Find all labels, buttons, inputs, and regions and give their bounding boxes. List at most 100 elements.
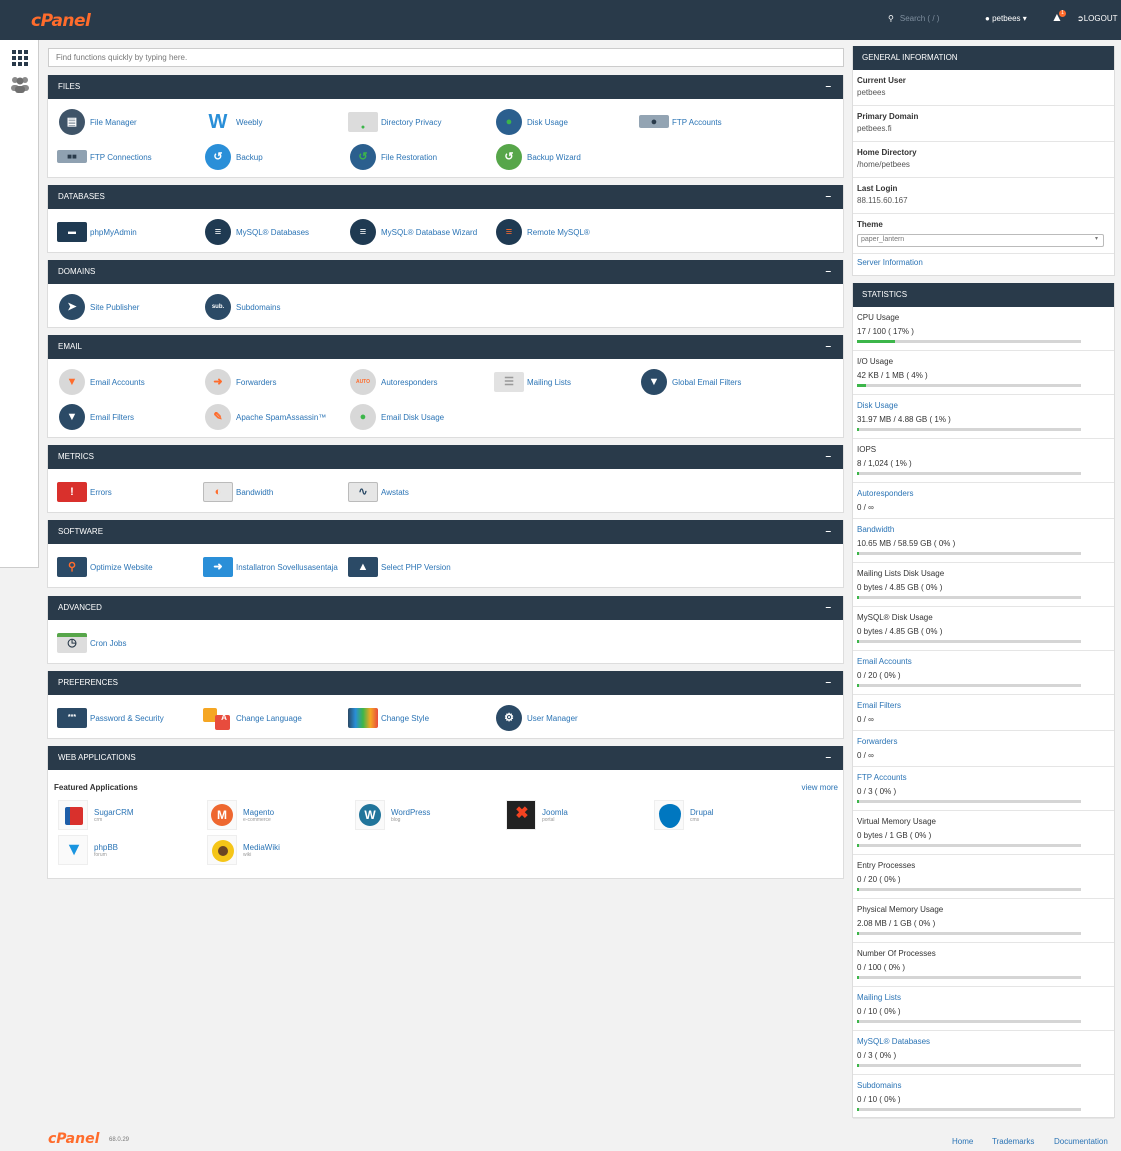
top-search[interactable]: ⚲ Search ( / ) (888, 14, 939, 23)
stat-name[interactable]: Email Accounts (857, 657, 912, 666)
stat-name[interactable]: Mailing Lists (857, 993, 901, 1002)
wordpress-app[interactable]: W WordPress blog (355, 799, 430, 831)
cron-jobs-link[interactable]: ◷ Cron Jobs (57, 630, 126, 656)
stat-name[interactable]: Forwarders (857, 737, 897, 746)
subdomains-link[interactable]: sub. Subdomains (203, 294, 280, 320)
spamassassin-link[interactable]: ✎ Apache SpamAssassin™ (203, 404, 326, 430)
sugarcrm-app[interactable]: SugarCRM crm (58, 799, 134, 831)
metrics-header[interactable]: METRICS – (48, 445, 843, 469)
ftp-connections-link[interactable]: ■■ FTP Connections (57, 144, 152, 170)
remote-mysql-link[interactable]: ≡ Remote MySQL® (494, 219, 590, 245)
logout-button[interactable]: ➲LOGOUT (1077, 14, 1117, 23)
users-icon[interactable] (10, 75, 30, 93)
mysql-databases-link[interactable]: ≡ MySQL® Databases (203, 219, 309, 245)
mailing-lists-link[interactable]: ☰ Mailing Lists (494, 369, 571, 395)
footer-trademarks-link[interactable]: Trademarks (992, 1137, 1034, 1146)
user-manager-link[interactable]: ⚙ User Manager (494, 705, 578, 731)
stat-name[interactable]: FTP Accounts (857, 773, 907, 782)
footer-home-link[interactable]: Home (952, 1137, 973, 1146)
phpbb-app[interactable]: ▼ phpBB forum (58, 834, 118, 866)
software-header[interactable]: SOFTWARE – (48, 520, 843, 544)
footer-documentation-link[interactable]: Documentation (1054, 1137, 1108, 1146)
site-publisher-link[interactable]: ➤ Site Publisher (57, 294, 139, 320)
progress-fill (857, 472, 860, 475)
email-filters-link[interactable]: ▼ Email Filters (57, 404, 134, 430)
errors-link[interactable]: ! Errors (57, 479, 112, 505)
footer-cpanel-logo: cPanel (48, 1131, 100, 1147)
installatron-link[interactable]: ➜ Installatron Sovellusasentaja (203, 554, 338, 580)
email-disk-usage-link[interactable]: ● Email Disk Usage (348, 404, 444, 430)
change-style-link[interactable]: Change Style (348, 705, 429, 731)
ftp-accounts-link[interactable]: ● FTP Accounts (639, 109, 722, 135)
autoresponders-link[interactable]: AUTO Autoresponders (348, 369, 437, 395)
directory-privacy-link[interactable]: ● Directory Privacy (348, 109, 441, 135)
stat-value: 0 bytes / 1 GB ( 0% ) (857, 831, 932, 840)
collapse-icon[interactable]: – (825, 75, 831, 99)
stat-name[interactable]: MySQL® Databases (857, 1037, 930, 1046)
progress-fill (857, 1108, 860, 1111)
stat-name[interactable]: Email Filters (857, 701, 901, 710)
stat-name[interactable]: Disk Usage (857, 401, 898, 410)
databases-header[interactable]: DATABASES – (48, 185, 843, 209)
server-information-link[interactable]: Server Information (857, 258, 923, 267)
file-manager-link[interactable]: ▤ File Manager (57, 109, 137, 135)
weebly-link[interactable]: W Weebly (203, 109, 263, 135)
progress-fill (857, 428, 860, 431)
collapse-icon[interactable]: – (825, 596, 831, 620)
files-header[interactable]: FILES – (48, 75, 843, 99)
select-php-version-link[interactable]: ▲ Select PHP Version (348, 554, 451, 580)
collapse-icon[interactable]: – (825, 335, 831, 359)
stat-name[interactable]: Subdomains (857, 1081, 901, 1090)
drupal-app[interactable]: Drupal cms (654, 799, 714, 831)
collapse-icon[interactable]: – (825, 746, 831, 770)
stat-value: 8 / 1,024 ( 1% ) (857, 459, 912, 468)
backup-wizard-link[interactable]: ↺ Backup Wizard (494, 144, 581, 170)
collapse-icon[interactable]: – (825, 520, 831, 544)
function-search-input[interactable]: Find functions quickly by typing here. (48, 48, 844, 67)
bandwidth-link[interactable]: ◐ Bandwidth (203, 479, 273, 505)
mysql-database-wizard-link[interactable]: ≡ MySQL® Database Wizard (348, 219, 477, 245)
envelope-disk-icon: ● (348, 404, 378, 430)
view-more-link[interactable]: view more (802, 783, 838, 792)
password-security-link[interactable]: *** Password & Security (57, 705, 164, 731)
disk-usage-link[interactable]: ● Disk Usage (494, 109, 568, 135)
email-accounts-link[interactable]: ▼ Email Accounts (57, 369, 145, 395)
email-header[interactable]: EMAIL – (48, 335, 843, 359)
change-language-link[interactable]: A Change Language (203, 705, 302, 731)
advanced-header[interactable]: ADVANCED – (48, 596, 843, 620)
database-window-icon: ▬ (57, 219, 87, 245)
envelope-icon: ▼ (57, 369, 87, 395)
progress-bar (857, 340, 1081, 343)
global-email-filters-link[interactable]: ▼ Global Email Filters (639, 369, 741, 395)
cpanel-logo[interactable]: cPanel (31, 11, 91, 31)
stat-value: 42 KB / 1 MB ( 4% ) (857, 371, 928, 380)
progress-fill (857, 976, 860, 979)
collapse-icon[interactable]: – (825, 671, 831, 695)
backup-link[interactable]: ↺ Backup (203, 144, 263, 170)
domains-header[interactable]: DOMAINS – (48, 260, 843, 284)
web-applications-header[interactable]: WEB APPLICATIONS – (48, 746, 843, 770)
mediawiki-app[interactable]: MediaWiki wiki (207, 834, 280, 866)
collapse-icon[interactable]: – (825, 445, 831, 469)
joomla-app[interactable]: ✖ Joomla portal (506, 799, 568, 831)
progress-fill (857, 340, 896, 343)
file-restoration-link[interactable]: ↺ File Restoration (348, 144, 437, 170)
theme-select[interactable]: paper_lantern ▾ (857, 234, 1104, 247)
collapse-icon[interactable]: – (825, 185, 831, 209)
mailing-list-icon: ☰ (494, 369, 524, 395)
stat-name[interactable]: Autoresponders (857, 489, 913, 498)
phpmyadmin-link[interactable]: ▬ phpMyAdmin (57, 219, 137, 245)
optimize-website-link[interactable]: ⚲ Optimize Website (57, 554, 153, 580)
preferences-header[interactable]: PREFERENCES – (48, 671, 843, 695)
collapse-icon[interactable]: – (825, 260, 831, 284)
forwarders-link[interactable]: ➜ Forwarders (203, 369, 276, 395)
left-sidebar (0, 40, 39, 568)
databases-title: DATABASES (58, 192, 105, 201)
progress-bar (857, 976, 1081, 979)
stat-value: 2.08 MB / 1 GB ( 0% ) (857, 919, 936, 928)
stat-name[interactable]: Bandwidth (857, 525, 894, 534)
grid-icon[interactable] (10, 49, 30, 67)
magento-app[interactable]: M Magento e-commerce (207, 799, 274, 831)
awstats-link[interactable]: ∿ Awstats (348, 479, 409, 505)
user-menu[interactable]: ● petbees ▾ (985, 14, 1027, 23)
